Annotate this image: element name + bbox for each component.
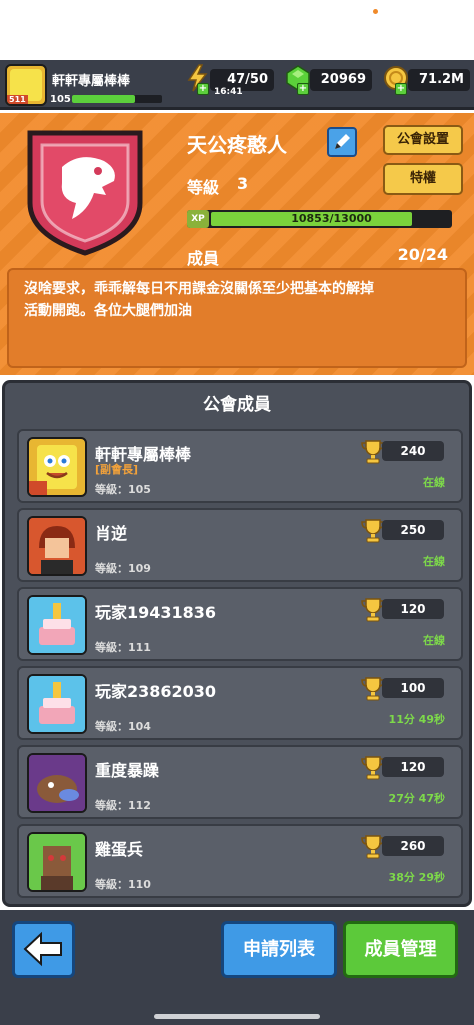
member-trophies: 120 bbox=[382, 757, 444, 777]
player-xp-bar bbox=[72, 95, 162, 103]
bottom-action-bar: 申請列表 成員管理 bbox=[0, 910, 474, 1025]
back-button[interactable] bbox=[12, 921, 75, 978]
energy-timer: 16:41 bbox=[214, 87, 243, 97]
guild-details: 天公疼憨人 公會設置 特權 等級 3 XP 10853/13000 成員 20/… bbox=[175, 123, 470, 269]
edit-name-button[interactable] bbox=[327, 127, 357, 157]
guild-members-count: 20/24 bbox=[397, 245, 448, 264]
member-status: 27分 47秒 bbox=[388, 792, 445, 805]
add-energy-button[interactable]: + bbox=[197, 83, 209, 95]
member-row[interactable]: 重度暴躁 等級：112 120 27分 47秒 bbox=[17, 745, 463, 819]
member-trophies: 240 bbox=[382, 441, 444, 461]
guild-level-label: 等級 bbox=[187, 178, 220, 197]
player-badge: 511 bbox=[7, 95, 28, 104]
guild-info-panel: 天公疼憨人 公會設置 特權 等級 3 XP 10853/13000 成員 20/… bbox=[0, 113, 474, 375]
member-role: [副會長] bbox=[95, 463, 139, 476]
player-level: 105 bbox=[50, 94, 71, 105]
member-name: 玩家19431836 bbox=[95, 603, 217, 622]
guild-xp-text: 10853/13000 bbox=[291, 212, 372, 225]
apply-list-button[interactable]: 申請列表 bbox=[221, 921, 337, 978]
member-trophies: 120 bbox=[382, 599, 444, 619]
pencil-icon bbox=[335, 134, 350, 149]
member-name: 重度暴躁 bbox=[95, 761, 160, 780]
gems-value: 20969 bbox=[310, 69, 372, 91]
member-row[interactable]: 玩家23862030 等級：104 100 11分 49秒 bbox=[17, 666, 463, 740]
member-level: 等級：111 bbox=[95, 641, 151, 654]
guild-name: 天公疼憨人 bbox=[187, 133, 287, 157]
guild-members-panel: 公會成員 軒軒專屬棒棒 [副會長] 等級：105 240 在線 肖逆 等級：10… bbox=[2, 380, 472, 907]
members-panel-title: 公會成員 bbox=[203, 395, 271, 415]
member-level: 等級：112 bbox=[95, 799, 151, 812]
member-trophies: 260 bbox=[382, 836, 444, 856]
sponge-avatar-icon bbox=[27, 437, 87, 497]
purple-creature-avatar-icon bbox=[27, 753, 87, 813]
member-row[interactable]: 玩家19431836 等級：111 120 在線 bbox=[17, 587, 463, 661]
member-status: 38分 29秒 bbox=[388, 871, 445, 884]
member-status: 在線 bbox=[423, 555, 445, 568]
privilege-button[interactable]: 特權 bbox=[383, 163, 463, 195]
guild-emblem-icon bbox=[27, 130, 143, 256]
member-status: 11分 49秒 bbox=[388, 713, 445, 726]
guild-members-label: 成員 bbox=[187, 249, 220, 268]
player-xp-fill bbox=[72, 95, 135, 103]
guild-description-box: 沒啥要求，乖乖解每日不用課金沒關係至少把基本的解掉 活動開跑。各位大腿們加油 bbox=[7, 268, 467, 368]
member-status: 在線 bbox=[423, 634, 445, 647]
member-row[interactable]: 肖逆 等級：109 250 在線 bbox=[17, 508, 463, 582]
member-row[interactable]: 軒軒專屬棒棒 [副會長] 等級：105 240 在線 bbox=[17, 429, 463, 503]
manage-members-button[interactable]: 成員管理 bbox=[343, 921, 458, 978]
member-trophies: 250 bbox=[382, 520, 444, 540]
member-level: 等級：110 bbox=[95, 878, 151, 891]
player-name: 軒軒專屬棒棒 bbox=[52, 74, 131, 89]
arrow-left-icon bbox=[23, 931, 62, 967]
coins-value: 71.2M bbox=[408, 69, 470, 91]
xp-icon: XP bbox=[187, 210, 209, 228]
guild-xp-bar: XP 10853/13000 bbox=[187, 210, 452, 228]
top-header: 511 軒軒專屬棒棒 105 + 47/50 + 20969 + 71.2M bbox=[0, 60, 474, 110]
member-name: 雞蛋兵 bbox=[95, 840, 144, 859]
player-avatar[interactable]: 511 bbox=[5, 64, 47, 106]
camera-indicator bbox=[373, 9, 378, 14]
add-gems-button[interactable]: + bbox=[297, 83, 309, 95]
box-head-avatar-icon bbox=[27, 832, 87, 892]
member-row[interactable]: 雞蛋兵 等級：110 260 38分 29秒 bbox=[17, 824, 463, 898]
members-list[interactable]: 軒軒專屬棒棒 [副會長] 等級：105 240 在線 肖逆 等級：109 250… bbox=[17, 427, 463, 904]
red-hair-avatar-icon bbox=[27, 516, 87, 576]
description-line-1: 沒啥要求，乖乖解每日不用課金沒關係至少把基本的解掉 bbox=[24, 281, 374, 297]
member-name: 玩家23862030 bbox=[95, 682, 217, 701]
member-level: 等級：109 bbox=[95, 562, 151, 575]
home-indicator bbox=[154, 1014, 320, 1019]
member-level: 等級：105 bbox=[95, 483, 151, 496]
guild-description: 沒啥要求，乖乖解每日不用課金沒關係至少把基本的解掉 活動開跑。各位大腿們加油 bbox=[24, 278, 454, 322]
member-level: 等級：104 bbox=[95, 720, 151, 733]
guild-settings-button[interactable]: 公會設置 bbox=[383, 125, 463, 155]
add-coins-button[interactable]: + bbox=[395, 83, 407, 95]
cake-avatar-icon bbox=[27, 595, 87, 655]
description-line-2: 活動開跑。各位大腿們加油 bbox=[24, 303, 192, 319]
member-status: 在線 bbox=[423, 476, 445, 489]
cake-avatar-icon bbox=[27, 674, 87, 734]
member-trophies: 100 bbox=[382, 678, 444, 698]
status-bar bbox=[0, 0, 474, 60]
guild-level-value: 3 bbox=[237, 174, 249, 193]
member-name: 肖逆 bbox=[95, 524, 128, 543]
